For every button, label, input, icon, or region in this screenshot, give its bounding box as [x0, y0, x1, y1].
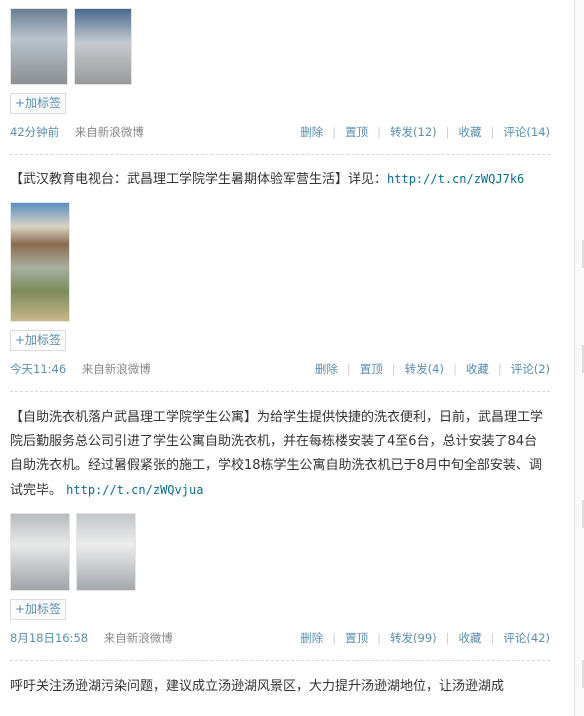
- post-image[interactable]: [76, 513, 136, 591]
- post-2-images: [10, 202, 550, 322]
- post-text: 【自助洗衣机落户武昌理工学院学生公寓】为给学生提供快捷的洗衣便利，日前，武昌理工…: [10, 406, 550, 503]
- favorite-link[interactable]: 收藏: [459, 631, 482, 645]
- post-meta: 今天11:46 来自新浪微博 删除 | 置顶 | 转发(4) | 收藏 | 评论(2): [10, 359, 550, 379]
- post-text: 【武汉教育电视台：武昌理工学院学生暑期体验军营生活】详见：http://t.cn…: [10, 167, 550, 192]
- post-1: +加标签 42分钟前 来自新浪微博 删除 | 置顶 | 转发(12) | 收藏 | 评论(14): [10, 0, 550, 155]
- post-time[interactable]: 42分钟前: [10, 125, 59, 139]
- repost-link[interactable]: 转发(4): [405, 362, 444, 376]
- post-3: 【自助洗衣机落户武昌理工学院学生公寓】为给学生提供快捷的洗衣便利，日前，武昌理工…: [10, 392, 550, 661]
- pin-link[interactable]: 置顶: [360, 362, 383, 376]
- favorite-link[interactable]: 收藏: [466, 362, 489, 376]
- post-time[interactable]: 今天11:46: [10, 362, 66, 376]
- add-tag-button[interactable]: +加标签: [10, 599, 67, 620]
- post-meta: 42分钟前 来自新浪微博 删除 | 置顶 | 转发(12) | 收藏 | 评论(14): [10, 122, 550, 142]
- post-image[interactable]: [74, 8, 132, 85]
- add-tag-button[interactable]: +加标签: [10, 330, 67, 351]
- add-tag-button[interactable]: +加标签: [10, 93, 67, 114]
- delete-link[interactable]: 删除: [315, 362, 338, 376]
- repost-link[interactable]: 转发(99): [390, 631, 437, 645]
- comment-link[interactable]: 评论(2): [511, 362, 550, 376]
- post-actions: 删除 | 置顶 | 转发(99) | 收藏 | 评论(42): [300, 631, 550, 645]
- post-time[interactable]: 8月18日16:58: [10, 631, 88, 645]
- weibo-feed: +加标签 42分钟前 来自新浪微博 删除 | 置顶 | 转发(12) | 收藏 | 评论(14)…: [10, 0, 550, 699]
- post-2: 【武汉教育电视台：武昌理工学院学生暑期体验军营生活】详见：http://t.cn…: [10, 155, 550, 392]
- post-4: 呼吁关注汤逊湖污染问题，建议成立汤逊湖风景区，大力提升汤逊湖地位，让汤逊湖成: [10, 661, 550, 699]
- post-image[interactable]: [10, 202, 70, 322]
- post-image[interactable]: [10, 8, 68, 85]
- post-source[interactable]: 来自新浪微博: [75, 125, 144, 139]
- right-panel-edge: [574, 0, 584, 716]
- delete-link[interactable]: 删除: [300, 631, 323, 645]
- short-link[interactable]: http://t.cn/zWQJ7k6: [387, 172, 524, 186]
- pin-link[interactable]: 置顶: [345, 631, 368, 645]
- post-body: 呼吁关注汤逊湖污染问题，建议成立汤逊湖风景区，大力提升汤逊湖地位，让汤逊湖成: [10, 679, 505, 694]
- delete-link[interactable]: 删除: [300, 125, 323, 139]
- post-3-images: [10, 513, 550, 591]
- favorite-link[interactable]: 收藏: [459, 125, 482, 139]
- short-link[interactable]: http://t.cn/zWQvjua: [66, 483, 203, 497]
- post-image[interactable]: [10, 513, 70, 591]
- post-meta: 8月18日16:58 来自新浪微博 删除 | 置顶 | 转发(99) | 收藏 | 评论(42): [10, 628, 550, 648]
- post-source[interactable]: 来自新浪微博: [104, 631, 173, 645]
- post-actions: 删除 | 置顶 | 转发(12) | 收藏 | 评论(14): [300, 125, 550, 139]
- comment-link[interactable]: 评论(42): [503, 631, 550, 645]
- repost-link[interactable]: 转发(12): [390, 125, 437, 139]
- post-text: 呼吁关注汤逊湖污染问题，建议成立汤逊湖风景区，大力提升汤逊湖地位，让汤逊湖成: [10, 675, 550, 699]
- comment-link[interactable]: 评论(14): [503, 125, 550, 139]
- post-actions: 删除 | 置顶 | 转发(4) | 收藏 | 评论(2): [314, 362, 550, 376]
- pin-link[interactable]: 置顶: [345, 125, 368, 139]
- post-1-images: [10, 8, 550, 85]
- post-source[interactable]: 来自新浪微博: [82, 362, 151, 376]
- post-body: 【武汉教育电视台：武昌理工学院学生暑期体验军营生活】详见：: [10, 172, 388, 187]
